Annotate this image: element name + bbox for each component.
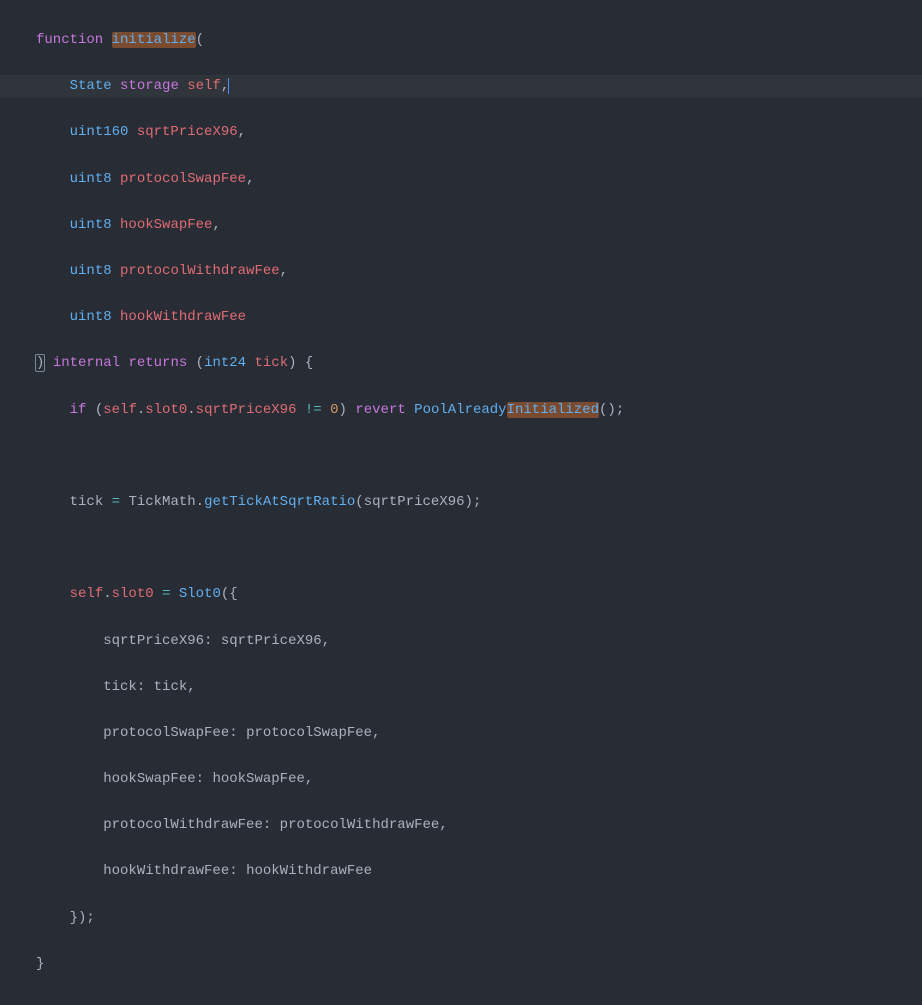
keyword-if: if	[70, 402, 87, 418]
param-name: protocolSwapFee	[120, 171, 246, 187]
code-line[interactable]: hookSwapFee: hookSwapFee,	[0, 768, 922, 791]
constructor-call: Slot0	[179, 586, 221, 602]
keyword-function: function	[36, 32, 103, 48]
param-name: protocolWithdrawFee	[120, 263, 280, 279]
code-line[interactable]: function initialize(	[0, 29, 922, 52]
brace-open: {	[305, 355, 313, 371]
keyword-returns: returns	[128, 355, 187, 371]
param-name: self	[187, 78, 221, 94]
function-name: initialize	[112, 32, 196, 48]
param-type: uint8	[70, 217, 112, 233]
code-line[interactable]: self.slot0 = Slot0({	[0, 583, 922, 606]
code-line[interactable]: uint8 hookWithdrawFee	[0, 306, 922, 329]
number-literal: 0	[330, 402, 338, 418]
param-type: uint8	[70, 309, 112, 325]
code-line[interactable]: uint8 protocolWithdrawFee,	[0, 260, 922, 283]
param-type: uint8	[70, 171, 112, 187]
code-line[interactable]: hookWithdrawFee: hookWithdrawFee	[0, 860, 922, 883]
keyword-internal: internal	[53, 355, 120, 371]
param-name: hookWithdrawFee	[120, 309, 246, 325]
code-line[interactable]: State storage self,	[0, 75, 922, 98]
code-line[interactable]: uint8 protocolSwapFee,	[0, 168, 922, 191]
param-type: State	[70, 78, 112, 94]
code-line[interactable]: });	[0, 907, 922, 930]
param-type: uint160	[70, 124, 129, 140]
return-type: int24	[204, 355, 246, 371]
code-line[interactable]: uint160 sqrtPriceX96,	[0, 121, 922, 144]
code-line[interactable]: tick = TickMath.getTickAtSqrtRatio(sqrtP…	[0, 491, 922, 514]
code-line[interactable]	[0, 445, 922, 468]
storage-keyword: storage	[120, 78, 179, 94]
code-line[interactable]: protocolSwapFee: protocolSwapFee,	[0, 722, 922, 745]
param-name: sqrtPriceX96	[137, 124, 238, 140]
paren-open: (	[196, 32, 204, 48]
code-line[interactable]: sqrtPriceX96: sqrtPriceX96,	[0, 630, 922, 653]
code-line[interactable]: }	[0, 953, 922, 976]
code-line[interactable]: tick: tick,	[0, 676, 922, 699]
code-line[interactable]: ) internal returns (int24 tick) {	[0, 352, 922, 375]
code-line[interactable]: protocolWithdrawFee: protocolWithdrawFee…	[0, 814, 922, 837]
operator-neq: !=	[305, 402, 322, 418]
error-name: PoolAlready	[414, 402, 506, 418]
param-type: uint8	[70, 263, 112, 279]
code-line[interactable]: if (self.slot0.sqrtPriceX96 != 0) revert…	[0, 399, 922, 422]
code-line[interactable]	[0, 537, 922, 560]
method-call: getTickAtSqrtRatio	[204, 494, 355, 510]
brace-close: }	[36, 956, 44, 972]
error-name-highlight: Initialized	[507, 402, 599, 418]
param-name: hookSwapFee	[120, 217, 212, 233]
keyword-revert: revert	[355, 402, 405, 418]
code-editor[interactable]: function initialize( State storage self,…	[0, 0, 922, 1005]
code-line[interactable]: uint8 hookSwapFee,	[0, 214, 922, 237]
return-name: tick	[254, 355, 288, 371]
